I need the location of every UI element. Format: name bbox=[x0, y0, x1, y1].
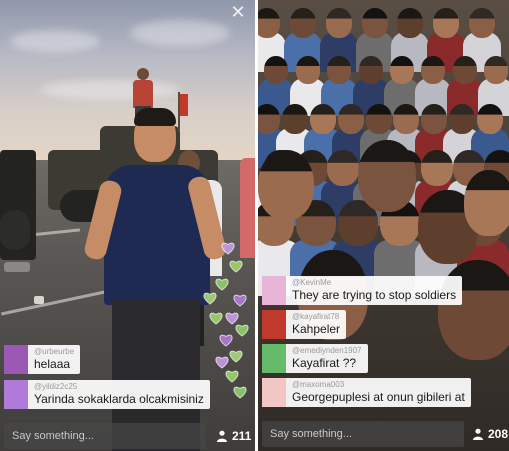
comment-username: @maxoma003 bbox=[292, 380, 345, 389]
person-icon bbox=[473, 428, 483, 440]
left-stream-panel: ✕ @urbeurbe helaaa @yildiz2c25 Yarinda s… bbox=[0, 0, 255, 451]
comment-text: Yarinda sokaklarda olcakmisiniz bbox=[34, 392, 204, 406]
flag bbox=[180, 94, 188, 116]
heart-icon bbox=[219, 334, 233, 347]
crowd-person-head bbox=[464, 170, 509, 236]
comment-text: Kayafirat ?? bbox=[292, 356, 357, 370]
comment-username: @KevinMe bbox=[292, 278, 332, 287]
heart-icon bbox=[215, 278, 229, 291]
comment-text: helaaa bbox=[34, 357, 71, 371]
crowd-person-head bbox=[366, 104, 392, 134]
crowd-person-head bbox=[421, 150, 453, 186]
comment-text: Georgepuplesi at onun gibileri at bbox=[292, 390, 465, 404]
viewer-count: 208 bbox=[472, 421, 508, 447]
crowd-person-head bbox=[433, 8, 459, 38]
comment-body: @kayafirat78 Kahpeler bbox=[286, 310, 346, 339]
comment-body: @urbeurbe helaaa bbox=[28, 345, 80, 374]
comment-username: @urbeurbe bbox=[34, 347, 75, 356]
heart-icon bbox=[229, 350, 243, 363]
crowd-person-head bbox=[327, 56, 351, 84]
heart-icon bbox=[209, 312, 223, 325]
crowd-person-head bbox=[362, 8, 388, 38]
comment-body: @KevinMe They are trying to stop soldier… bbox=[286, 276, 462, 305]
debris bbox=[34, 296, 44, 304]
commenter-avatar bbox=[262, 276, 286, 305]
right-stream-panel: @KevinMe They are trying to stop soldier… bbox=[258, 0, 509, 451]
crowd-person-head bbox=[282, 104, 308, 134]
crowd-person-head bbox=[264, 56, 288, 84]
comment-input[interactable]: Say something... bbox=[4, 423, 206, 449]
comment-item: @kayafirat78 Kahpeler bbox=[262, 310, 347, 339]
person-torso bbox=[133, 80, 153, 108]
comment-username: @yildiz2c25 bbox=[34, 382, 78, 391]
crowd-person-head bbox=[421, 104, 447, 134]
comment-item: @KevinMe They are trying to stop soldier… bbox=[262, 276, 463, 305]
crowd-person-head bbox=[469, 8, 495, 38]
crowd-person-head bbox=[359, 56, 383, 84]
crowd-person-head bbox=[258, 8, 280, 38]
person-icon bbox=[217, 430, 227, 442]
person-head bbox=[137, 68, 149, 80]
viewer-count-value: 208 bbox=[488, 427, 509, 441]
crowd-person-head bbox=[290, 8, 316, 38]
comment-item: @emediynden1907 Kayafirat ?? bbox=[262, 344, 368, 373]
crowd-person-head bbox=[258, 104, 280, 134]
heart-icon bbox=[233, 294, 247, 307]
crowd-person-head bbox=[393, 104, 419, 134]
comment-body: @yildiz2c25 Yarinda sokaklarda olcakmisi… bbox=[28, 380, 210, 409]
crowd-person-head bbox=[296, 56, 320, 84]
main-person-hair bbox=[134, 108, 176, 126]
crowd-person-head bbox=[438, 260, 509, 360]
commenter-avatar bbox=[4, 380, 28, 409]
comment-text: They are trying to stop soldiers bbox=[292, 288, 457, 302]
commenter-avatar bbox=[262, 310, 286, 339]
heart-icon bbox=[215, 356, 229, 369]
comment-input[interactable]: Say something... bbox=[262, 421, 464, 447]
crowd-person-head bbox=[258, 150, 314, 220]
crowd-person-head bbox=[326, 8, 352, 38]
tank-wheel bbox=[0, 210, 30, 250]
comment-body: @maxoma003 Georgepuplesi at onun gibiler… bbox=[286, 378, 471, 407]
heart-icon bbox=[203, 292, 217, 305]
heart-icon bbox=[221, 242, 235, 255]
crowd-person-head bbox=[477, 104, 503, 134]
crowd-person-head bbox=[453, 56, 477, 84]
bystander bbox=[240, 158, 255, 258]
comment-text: Kahpeler bbox=[292, 322, 341, 336]
commenter-avatar bbox=[262, 344, 286, 373]
comment-username: @emediynden1907 bbox=[292, 346, 362, 355]
heart-icon bbox=[235, 324, 249, 337]
heart-icon bbox=[229, 260, 243, 273]
crowd-person-head bbox=[449, 104, 475, 134]
cloud bbox=[130, 20, 230, 46]
comment-item: @yildiz2c25 Yarinda sokaklarda olcakmisi… bbox=[4, 380, 210, 409]
crowd-person-head bbox=[421, 56, 445, 84]
commenter-avatar bbox=[4, 345, 28, 374]
heart-icon bbox=[225, 370, 239, 383]
split-screen-livestreams: ✕ @urbeurbe helaaa @yildiz2c25 Yarinda s… bbox=[0, 0, 509, 451]
crowd-person-head bbox=[310, 104, 336, 134]
crowd-person-head bbox=[484, 56, 508, 84]
crowd-person-head bbox=[338, 104, 364, 134]
comment-item: @maxoma003 Georgepuplesi at onun gibiler… bbox=[262, 378, 471, 407]
comment-body: @emediynden1907 Kayafirat ?? bbox=[286, 344, 368, 373]
debris bbox=[4, 262, 30, 272]
cloud bbox=[40, 80, 180, 100]
comment-item: @urbeurbe helaaa bbox=[4, 345, 81, 374]
close-icon[interactable]: ✕ bbox=[229, 4, 247, 22]
viewer-count: 211 bbox=[216, 423, 251, 449]
comment-username: @kayafirat78 bbox=[292, 312, 340, 321]
crowd-person-head bbox=[358, 140, 416, 212]
crowd-person-head bbox=[327, 150, 359, 186]
crowd-person-head bbox=[397, 8, 423, 38]
heart-icon bbox=[233, 386, 247, 399]
cloud bbox=[10, 30, 100, 52]
commenter-avatar bbox=[262, 378, 286, 407]
crowd-person-head bbox=[390, 56, 414, 84]
viewer-count-value: 211 bbox=[232, 429, 252, 443]
